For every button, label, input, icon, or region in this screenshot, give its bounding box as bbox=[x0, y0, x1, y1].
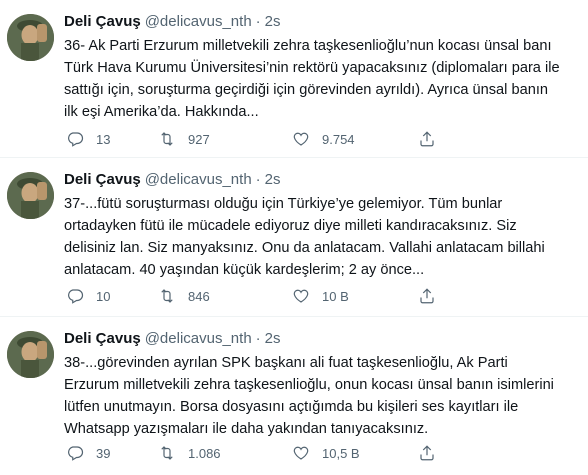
tweet-text: 38-...görevinden ayrılan SPK başkanı ali… bbox=[64, 355, 554, 437]
reply-icon bbox=[67, 289, 84, 304]
tweet[interactable]: Deli Çavuş @delicavus_nth · 2s 36- Ak Parti… bbox=[0, 0, 588, 158]
share-icon bbox=[420, 288, 434, 304]
timestamp[interactable]: 2s bbox=[265, 171, 281, 188]
reply-button[interactable]: 39 bbox=[66, 444, 158, 462]
retweet-button[interactable]: 846 bbox=[158, 287, 292, 305]
tweet-header: Deli Çavuş @delicavus_nth · 2s bbox=[64, 170, 281, 190]
tweet-text: 37-...fütü soruşturması olduğu için Türk… bbox=[64, 196, 545, 278]
separator: · bbox=[255, 171, 261, 188]
avatar[interactable] bbox=[7, 14, 54, 61]
share-icon bbox=[420, 131, 434, 147]
tweet[interactable]: Deli Çavuş @delicavus_nth · 2s 38-...görevi… bbox=[0, 317, 588, 475]
share-button[interactable] bbox=[418, 130, 448, 148]
share-button[interactable] bbox=[418, 444, 448, 462]
like-button[interactable]: 10,5 B bbox=[292, 444, 418, 462]
timestamp[interactable]: 2s bbox=[265, 13, 281, 30]
retweet-button[interactable]: 1.086 bbox=[158, 444, 292, 462]
retweet-count: 846 bbox=[188, 288, 210, 304]
author-name[interactable]: Deli Çavuş bbox=[64, 330, 141, 347]
retweet-icon bbox=[161, 446, 173, 460]
share-icon bbox=[420, 445, 434, 461]
retweet-button[interactable]: 927 bbox=[158, 130, 292, 148]
reply-count: 39 bbox=[96, 445, 111, 461]
tweet-header: Deli Çavuş @delicavus_nth · 2s bbox=[64, 329, 281, 349]
tweet-actions: 13 927 9.754 bbox=[66, 129, 568, 149]
like-count: 9.754 bbox=[322, 131, 355, 147]
reply-button[interactable]: 13 bbox=[66, 130, 158, 148]
retweet-count: 927 bbox=[188, 131, 210, 147]
reply-count: 13 bbox=[96, 131, 111, 147]
heart-icon bbox=[293, 446, 309, 460]
reply-icon bbox=[67, 132, 84, 147]
retweet-icon bbox=[161, 289, 173, 303]
tweet-text: 36- Ak Parti Erzurum milletvekili zehra … bbox=[64, 38, 560, 120]
author-handle[interactable]: @delicavus_nth bbox=[145, 171, 252, 188]
reply-count: 10 bbox=[96, 288, 111, 304]
like-button[interactable]: 10 B bbox=[292, 287, 418, 305]
like-count: 10 B bbox=[322, 288, 349, 304]
author-name[interactable]: Deli Çavuş bbox=[64, 171, 141, 188]
timestamp[interactable]: 2s bbox=[265, 330, 281, 347]
heart-icon bbox=[293, 289, 309, 303]
reply-button[interactable]: 10 bbox=[66, 287, 158, 305]
author-handle[interactable]: @delicavus_nth bbox=[145, 330, 252, 347]
avatar[interactable] bbox=[7, 172, 54, 219]
reply-icon bbox=[67, 446, 84, 461]
tweet-header: Deli Çavuş @delicavus_nth · 2s bbox=[64, 12, 281, 32]
separator: · bbox=[255, 13, 261, 30]
tweet-feed: Deli Çavuş @delicavus_nth · 2s 36- Ak Parti… bbox=[0, 0, 588, 475]
avatar[interactable] bbox=[7, 331, 54, 378]
separator: · bbox=[255, 330, 261, 347]
like-count: 10,5 B bbox=[322, 445, 360, 461]
heart-icon bbox=[293, 132, 309, 146]
retweet-icon bbox=[161, 132, 173, 146]
like-button[interactable]: 9.754 bbox=[292, 130, 418, 148]
tweet[interactable]: Deli Çavuş @delicavus_nth · 2s 37-...fütü s… bbox=[0, 158, 588, 317]
share-button[interactable] bbox=[418, 287, 448, 305]
author-name[interactable]: Deli Çavuş bbox=[64, 13, 141, 30]
tweet-actions: 10 846 10 B bbox=[66, 286, 568, 306]
author-handle[interactable]: @delicavus_nth bbox=[145, 13, 252, 30]
tweet-actions: 39 1.086 10,5 B bbox=[66, 443, 568, 463]
retweet-count: 1.086 bbox=[188, 445, 221, 461]
